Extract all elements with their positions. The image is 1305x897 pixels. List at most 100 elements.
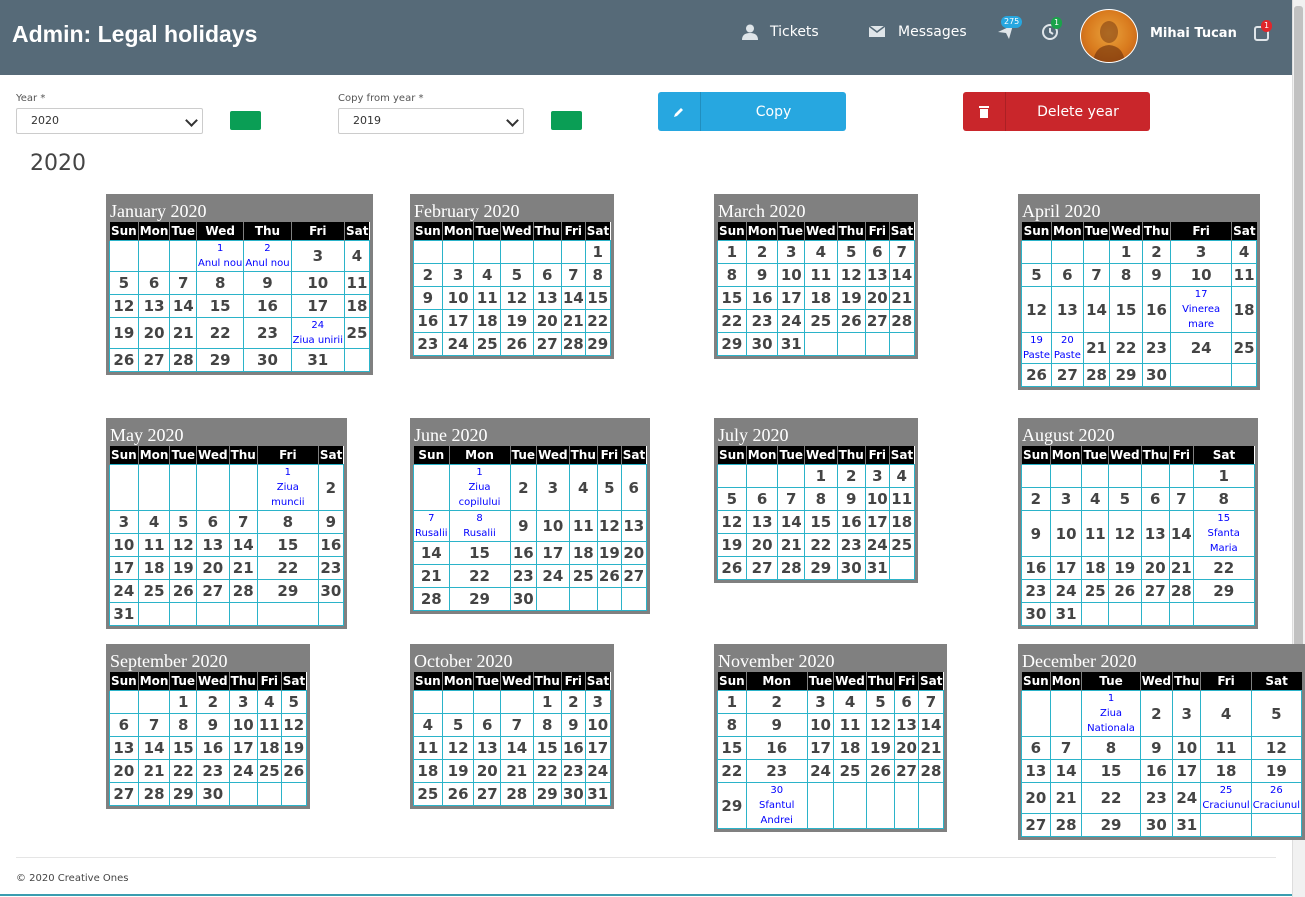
day-cell[interactable]: 17 bbox=[228, 736, 258, 760]
day-cell[interactable]: 21 bbox=[137, 759, 171, 783]
day-cell[interactable]: 5 bbox=[500, 263, 534, 287]
day-cell[interactable]: 21 bbox=[228, 556, 258, 580]
day-cell[interactable]: 4 bbox=[413, 713, 443, 737]
day-cell[interactable]: 25 bbox=[256, 759, 282, 783]
day-cell[interactable]: 11 bbox=[413, 736, 443, 760]
user-name[interactable]: Mihai Tucan bbox=[1150, 26, 1237, 41]
holiday-cell[interactable]: 8 Rusalii bbox=[448, 510, 511, 542]
day-cell[interactable]: 29 bbox=[1192, 579, 1255, 603]
day-cell[interactable]: 3 bbox=[584, 690, 611, 714]
day-cell[interactable]: 22 bbox=[584, 309, 611, 333]
day-cell[interactable]: 26 bbox=[865, 759, 896, 783]
day-cell[interactable]: 1 bbox=[1192, 464, 1255, 488]
day-cell[interactable]: 26 bbox=[169, 579, 198, 603]
day-cell[interactable]: 25 bbox=[473, 332, 502, 356]
day-cell[interactable]: 10 bbox=[441, 286, 475, 310]
day-cell[interactable]: 20 bbox=[894, 736, 919, 760]
day-cell[interactable]: 6 bbox=[864, 240, 890, 264]
day-cell[interactable]: 4 bbox=[344, 240, 370, 272]
day-cell[interactable]: 9 bbox=[1021, 510, 1051, 557]
day-cell[interactable]: 14 bbox=[169, 294, 198, 318]
day-cell[interactable]: 22 bbox=[717, 759, 747, 783]
day-cell[interactable]: 19 bbox=[1108, 556, 1142, 580]
day-cell[interactable]: 13 bbox=[745, 510, 779, 534]
holiday-cell[interactable]: 24 Ziua unirii bbox=[290, 317, 346, 349]
day-cell[interactable]: 11 bbox=[256, 713, 282, 737]
day-cell[interactable]: 3 bbox=[109, 510, 139, 534]
day-cell[interactable]: 1 bbox=[717, 240, 747, 264]
day-cell[interactable]: 12 bbox=[865, 713, 896, 737]
day-cell[interactable]: 24 bbox=[777, 309, 806, 333]
day-cell[interactable]: 23 bbox=[836, 533, 866, 557]
day-cell[interactable]: 14 bbox=[1082, 286, 1111, 333]
day-cell[interactable]: 24 bbox=[1049, 579, 1083, 603]
day-cell[interactable]: 6 bbox=[1140, 487, 1170, 511]
day-cell[interactable]: 12 bbox=[836, 263, 866, 287]
day-cell[interactable]: 18 bbox=[833, 736, 867, 760]
day-cell[interactable]: 8 bbox=[717, 713, 747, 737]
day-cell[interactable]: 17 bbox=[777, 286, 806, 310]
day-cell[interactable]: 10 bbox=[777, 263, 806, 287]
day-cell[interactable]: 28 bbox=[500, 782, 534, 806]
day-cell[interactable]: 21 bbox=[169, 317, 198, 349]
day-cell[interactable]: 19 bbox=[865, 736, 896, 760]
day-cell[interactable]: 15 bbox=[717, 736, 747, 760]
day-cell[interactable]: 28 bbox=[1049, 813, 1083, 837]
day-cell[interactable]: 23 bbox=[243, 317, 292, 349]
day-cell[interactable]: 2 bbox=[509, 464, 538, 511]
day-cell[interactable]: 28 bbox=[777, 556, 806, 580]
day-cell[interactable]: 28 bbox=[228, 579, 258, 603]
day-cell[interactable]: 11 bbox=[833, 713, 867, 737]
history-button[interactable]: 1 bbox=[1040, 17, 1063, 44]
day-cell[interactable]: 1 bbox=[804, 464, 838, 488]
day-cell[interactable]: 29 bbox=[584, 332, 611, 356]
day-cell[interactable]: 24 bbox=[109, 579, 139, 603]
day-cell[interactable]: 5 bbox=[280, 690, 307, 714]
day-cell[interactable]: 25 bbox=[833, 759, 867, 783]
day-cell[interactable]: 13 bbox=[1021, 759, 1051, 783]
day-cell[interactable]: 2 bbox=[413, 263, 443, 287]
copy-from-select[interactable]: 2019 bbox=[338, 108, 524, 134]
day-cell[interactable]: 26 bbox=[717, 556, 747, 580]
day-cell[interactable]: 1 bbox=[169, 690, 198, 714]
day-cell[interactable]: 18 bbox=[256, 736, 282, 760]
day-cell[interactable]: 9 bbox=[745, 263, 779, 287]
day-cell[interactable]: 26 bbox=[441, 782, 475, 806]
day-cell[interactable]: 10 bbox=[228, 713, 258, 737]
day-cell[interactable]: 13 bbox=[196, 533, 230, 557]
day-cell[interactable]: 9 bbox=[745, 713, 808, 737]
day-cell[interactable]: 6 bbox=[196, 510, 230, 534]
day-cell[interactable]: 16 bbox=[243, 294, 292, 318]
day-cell[interactable]: 6 bbox=[109, 713, 139, 737]
day-cell[interactable]: 30 bbox=[1139, 813, 1174, 837]
day-cell[interactable]: 12 bbox=[1250, 736, 1303, 760]
day-cell[interactable]: 16 bbox=[196, 736, 230, 760]
day-cell[interactable]: 11 bbox=[1231, 263, 1258, 287]
day-cell[interactable]: 3 bbox=[1170, 240, 1233, 264]
day-cell[interactable]: 23 bbox=[317, 556, 344, 580]
day-cell[interactable]: 21 bbox=[777, 533, 806, 557]
day-cell[interactable]: 11 bbox=[1200, 736, 1252, 760]
day-cell[interactable]: 4 bbox=[888, 464, 915, 488]
day-cell[interactable]: 31 bbox=[109, 602, 139, 626]
day-cell[interactable]: 13 bbox=[620, 510, 647, 542]
day-cell[interactable]: 11 bbox=[137, 533, 171, 557]
day-cell[interactable]: 5 bbox=[1021, 263, 1052, 287]
day-cell[interactable]: 27 bbox=[1021, 813, 1051, 837]
holiday-cell[interactable]: 15 Sfanta Maria bbox=[1192, 510, 1255, 557]
day-cell[interactable]: 2 bbox=[560, 690, 586, 714]
day-cell[interactable]: 11 bbox=[344, 271, 370, 295]
day-cell[interactable]: 4 bbox=[1081, 487, 1110, 511]
holiday-cell[interactable]: 17 Vinerea mare bbox=[1170, 286, 1233, 333]
day-cell[interactable]: 9 bbox=[1141, 263, 1172, 287]
day-cell[interactable]: 16 bbox=[745, 736, 808, 760]
day-cell[interactable]: 26 bbox=[280, 759, 307, 783]
day-cell[interactable]: 30 bbox=[836, 556, 866, 580]
day-cell[interactable]: 6 bbox=[473, 713, 502, 737]
day-cell[interactable]: 24 bbox=[584, 759, 611, 783]
day-cell[interactable]: 21 bbox=[888, 286, 915, 310]
day-cell[interactable]: 27 bbox=[1140, 579, 1170, 603]
day-cell[interactable]: 22 bbox=[717, 309, 747, 333]
day-cell[interactable]: 18 bbox=[888, 510, 915, 534]
day-cell[interactable]: 11 bbox=[888, 487, 915, 511]
